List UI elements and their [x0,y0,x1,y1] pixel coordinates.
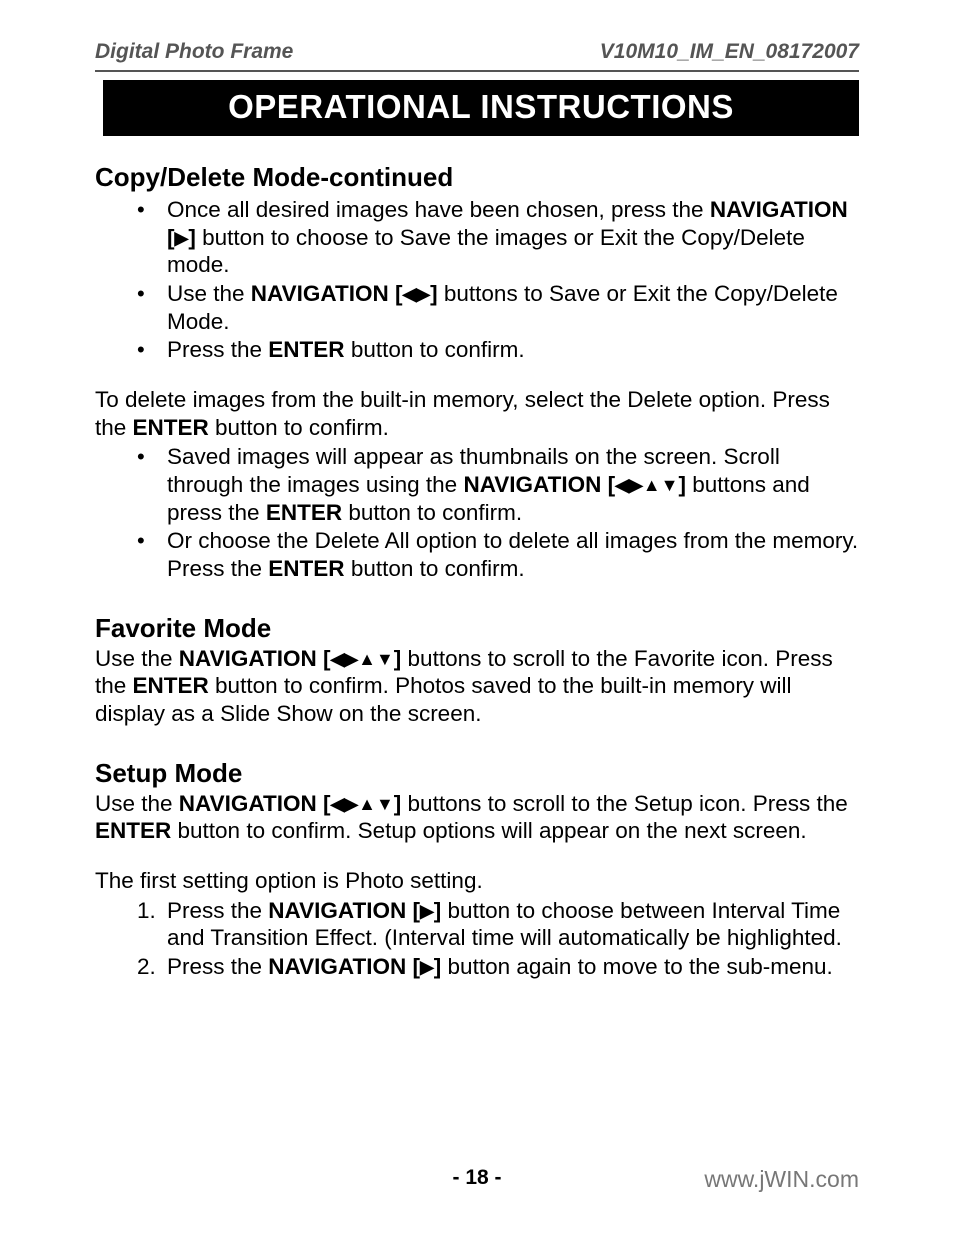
body-content: Copy/Delete Mode-continued Once all desi… [95,162,859,981]
list-item: 1.Press the NAVIGATION [▶] button to cho… [137,897,859,952]
bullet-list-1: Once all desired images have been chosen… [95,196,859,364]
up-triangle-icon: ▲ [643,474,661,496]
up-triangle-icon: ▲ [358,648,376,670]
paragraph: The first setting option is Photo settin… [95,867,859,895]
left-triangle-icon: ◀ [330,648,344,670]
paragraph: Use the NAVIGATION [◀▶▲▼] buttons to scr… [95,645,859,728]
paragraph: To delete images from the built-in memor… [95,386,859,441]
heading-favorite: Favorite Mode [95,613,859,645]
heading-setup: Setup Mode [95,758,859,790]
page-footer: - 18 - www.jWIN.com [95,1166,859,1193]
title-banner: OPERATIONAL INSTRUCTIONS [103,80,859,136]
numbered-list: 1.Press the NAVIGATION [▶] button to cho… [95,897,859,981]
list-item: 2.Press the NAVIGATION [▶] button again … [137,953,859,981]
list-item: Use the NAVIGATION [◀▶] buttons to Save … [137,280,859,335]
right-triangle-icon: ▶ [420,956,434,978]
left-triangle-icon: ◀ [330,793,344,815]
list-item: Saved images will appear as thumbnails o… [137,443,859,526]
left-triangle-icon: ◀ [402,283,416,305]
left-triangle-icon: ◀ [615,474,629,496]
right-triangle-icon: ▶ [420,900,434,922]
list-item: Or choose the Delete All option to delet… [137,527,859,582]
footer-url: www.jWIN.com [704,1166,859,1193]
page-number: - 18 - [452,1166,501,1190]
right-triangle-icon: ▶ [344,648,358,670]
down-triangle-icon: ▼ [661,474,679,496]
header-rule [95,70,859,72]
list-item: Once all desired images have been chosen… [137,196,859,279]
down-triangle-icon: ▼ [376,648,394,670]
right-triangle-icon: ▶ [629,474,643,496]
right-triangle-icon: ▶ [416,283,430,305]
list-item: Press the ENTER button to confirm. [137,336,859,364]
header-right: V10M10_IM_EN_08172007 [600,40,859,64]
page-header: Digital Photo Frame V10M10_IM_EN_0817200… [95,40,859,64]
heading-copy-delete: Copy/Delete Mode-continued [95,162,859,194]
down-triangle-icon: ▼ [376,793,394,815]
right-triangle-icon: ▶ [175,227,189,249]
paragraph: Use the NAVIGATION [◀▶▲▼] buttons to scr… [95,790,859,845]
bullet-list-2: Saved images will appear as thumbnails o… [95,443,859,582]
right-triangle-icon: ▶ [344,793,358,815]
header-left: Digital Photo Frame [95,40,293,64]
up-triangle-icon: ▲ [358,793,376,815]
